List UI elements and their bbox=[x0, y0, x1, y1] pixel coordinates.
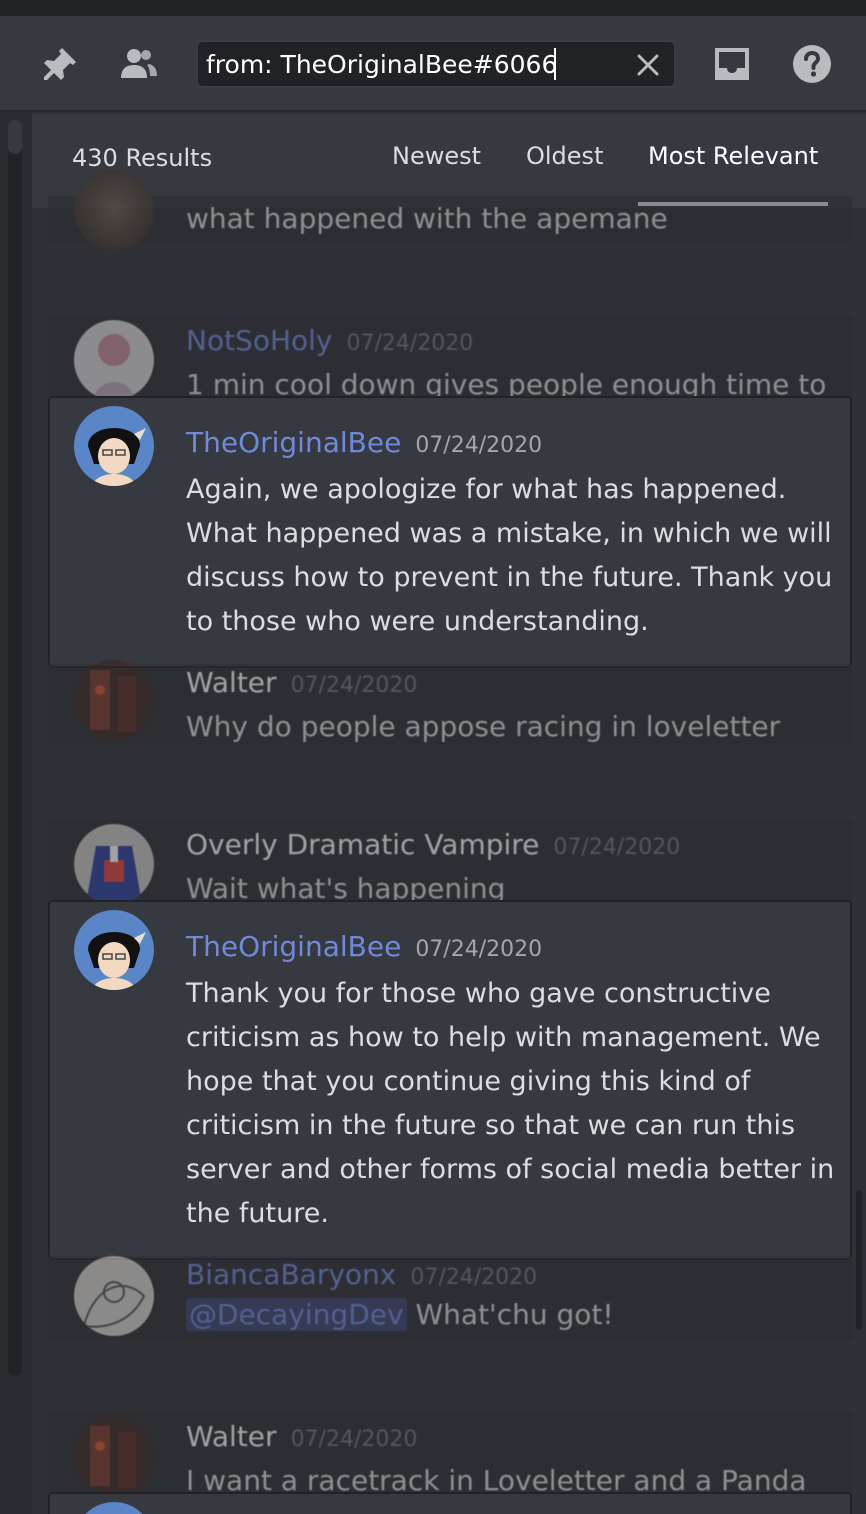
message-author[interactable]: Walter 07/24/2020 bbox=[186, 1420, 417, 1453]
context-message[interactable]: Walter 07/24/2020 I want a racetrack in L… bbox=[48, 1412, 852, 1497]
text-caret bbox=[554, 48, 556, 80]
message-timestamp: 07/24/2020 bbox=[415, 937, 543, 962]
scrollbar-track[interactable] bbox=[8, 120, 22, 1376]
message-timestamp: 07/24/2020 bbox=[290, 1427, 418, 1452]
message-text: @DecayingDev What'chu got! bbox=[186, 1298, 614, 1331]
search-result-message[interactable] bbox=[48, 1492, 852, 1514]
message-author[interactable]: NotSoHoly 07/24/2020 bbox=[186, 324, 473, 357]
avatar[interactable] bbox=[74, 1502, 154, 1514]
message-text: what happened with the apemane bbox=[186, 202, 668, 235]
avatar[interactable] bbox=[74, 910, 154, 990]
message-timestamp: 07/24/2020 bbox=[290, 673, 418, 698]
message-text: Again, we apologize for what has happene… bbox=[186, 474, 833, 637]
results-header: 430 Results Newest Oldest Most Relevant bbox=[32, 114, 866, 208]
avatar[interactable] bbox=[74, 1256, 154, 1336]
scrollbar-thumb[interactable] bbox=[8, 120, 22, 154]
context-message[interactable]: Overly Dramatic Vampire 07/24/2020 Wait w… bbox=[48, 820, 852, 905]
user-mention[interactable]: @DecayingDev bbox=[186, 1298, 407, 1331]
avatar[interactable] bbox=[74, 824, 154, 904]
context-message[interactable]: what happened with the apemane bbox=[48, 170, 852, 250]
message-timestamp: 07/24/2020 bbox=[346, 331, 474, 356]
message-timestamp: 07/24/2020 bbox=[410, 1265, 538, 1290]
tab-most-relevant[interactable]: Most Relevant bbox=[648, 142, 818, 170]
avatar[interactable] bbox=[74, 170, 154, 250]
message-timestamp: 07/24/2020 bbox=[415, 433, 543, 458]
search-input[interactable]: from: TheOriginalBee#6066 bbox=[196, 40, 676, 88]
avatar[interactable] bbox=[74, 320, 154, 400]
context-message[interactable]: BiancaBaryonx 07/24/2020 @DecayingDev Wha… bbox=[48, 1256, 852, 1340]
message-text: Why do people appose racing in lovelette… bbox=[186, 710, 781, 743]
pin-icon[interactable] bbox=[40, 44, 80, 84]
results-scrollbar-thumb[interactable] bbox=[856, 1190, 862, 1330]
avatar[interactable] bbox=[74, 1416, 154, 1496]
context-message[interactable]: NotSoHoly 07/24/2020 1 min cool down give… bbox=[48, 316, 852, 401]
message-author[interactable]: TheOriginalBee 07/24/2020 bbox=[186, 426, 542, 459]
avatar[interactable] bbox=[74, 406, 154, 486]
avatar[interactable] bbox=[74, 660, 154, 740]
help-icon[interactable] bbox=[792, 44, 832, 84]
message-author[interactable]: Walter 07/24/2020 bbox=[186, 666, 417, 699]
close-icon[interactable] bbox=[634, 51, 662, 79]
tab-oldest[interactable]: Oldest bbox=[526, 142, 603, 170]
message-author[interactable]: Overly Dramatic Vampire 07/24/2020 bbox=[186, 828, 680, 861]
search-query-text: from: TheOriginalBee#6066 bbox=[206, 50, 558, 79]
members-icon[interactable] bbox=[118, 44, 158, 84]
search-toolbar: from: TheOriginalBee#6066 bbox=[0, 16, 866, 112]
context-message[interactable]: Walter 07/24/2020 Why do people appose ra… bbox=[48, 660, 852, 744]
search-result-message[interactable]: TheOriginalBee 07/24/2020 Again, we apolo… bbox=[48, 396, 852, 668]
message-author[interactable]: TheOriginalBee 07/24/2020 bbox=[186, 930, 542, 963]
results-count: 430 Results bbox=[72, 144, 213, 172]
message-timestamp: 07/24/2020 bbox=[553, 835, 681, 860]
message-author[interactable]: BiancaBaryonx 07/24/2020 bbox=[186, 1258, 537, 1291]
message-text: Thank you for those who gave constructiv… bbox=[186, 978, 835, 1229]
inbox-icon[interactable] bbox=[712, 44, 752, 84]
tab-newest[interactable]: Newest bbox=[392, 142, 481, 170]
window-top-strip bbox=[0, 0, 866, 16]
search-result-message[interactable]: TheOriginalBee 07/24/2020 Thank you for t… bbox=[48, 900, 852, 1260]
